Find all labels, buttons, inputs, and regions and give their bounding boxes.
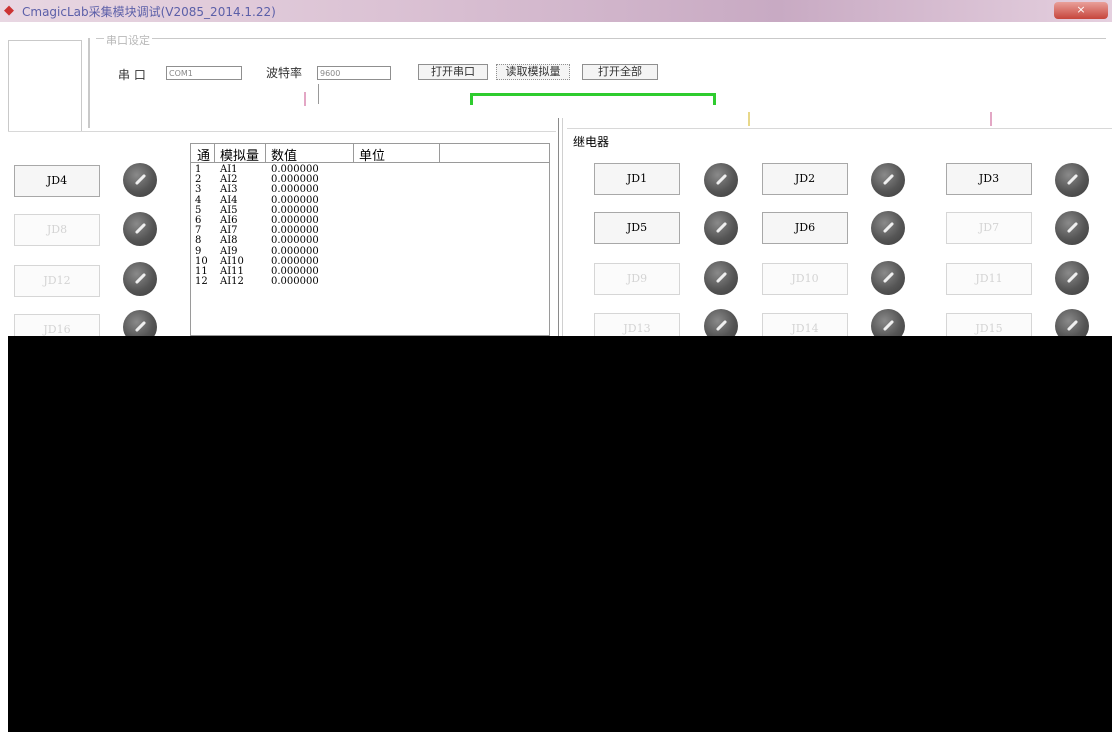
knob-icon xyxy=(704,261,738,295)
relay-button-jd9[interactable]: JD9 xyxy=(594,263,680,295)
cell-value: 0.000000 xyxy=(271,276,319,288)
yellow-marker-1 xyxy=(748,112,750,126)
knob-icon xyxy=(871,211,905,245)
cell-analog: AI12 xyxy=(220,276,244,288)
pink-marker-1 xyxy=(304,92,306,106)
table-row[interactable]: 6 AI6 0.000000 xyxy=(191,216,549,226)
table-row[interactable]: 1 AI1 0.000000 xyxy=(191,165,549,175)
col-header-analog[interactable]: 模拟量 xyxy=(220,145,259,164)
port-select-value: COM1 xyxy=(169,69,193,78)
knob-icon xyxy=(1055,211,1089,245)
app-icon: ◆ xyxy=(4,3,14,18)
open-port-button[interactable]: 打开串口 xyxy=(418,64,488,80)
knob-icon xyxy=(123,163,157,197)
black-region xyxy=(8,336,1112,732)
relay-button-jd2[interactable]: JD2 xyxy=(762,163,848,195)
table-row[interactable]: 4 AI4 0.000000 xyxy=(191,195,549,206)
relay-button-jd8[interactable]: JD8 xyxy=(14,214,100,246)
knob-icon xyxy=(871,163,905,197)
baud-label: 波特率 xyxy=(266,66,303,80)
knob-icon xyxy=(871,261,905,295)
table-row[interactable]: 12 AI12 0.000000 xyxy=(191,276,549,288)
col-separator xyxy=(353,144,354,162)
relay-button-jd1[interactable]: JD1 xyxy=(594,163,680,195)
table-row[interactable]: 3 AI3 0.000000 xyxy=(191,184,549,196)
table-row[interactable]: 9 AI9 0.000000 xyxy=(191,246,549,257)
divider-right xyxy=(567,128,1112,129)
table-row[interactable]: 10 AI10 0.000000 xyxy=(191,256,549,267)
table-row[interactable]: 11 AI11 0.000000 xyxy=(191,267,549,277)
table-row[interactable]: 2 AI2 0.000000 xyxy=(191,175,549,185)
relay-button-jd7[interactable]: JD7 xyxy=(946,212,1032,244)
group-border-left xyxy=(88,38,91,128)
knob-icon xyxy=(123,212,157,246)
col-separator xyxy=(439,144,440,162)
table-row[interactable]: 5 AI5 0.000000 xyxy=(191,205,549,216)
cell-analog: AI8 xyxy=(220,235,238,247)
relay-button-jd3[interactable]: JD3 xyxy=(946,163,1032,195)
open-all-button[interactable]: 打开全部 xyxy=(582,64,658,80)
relay-button-jd10[interactable]: JD10 xyxy=(762,263,848,295)
divider-left xyxy=(8,131,556,132)
col-header-channel[interactable]: 通 xyxy=(197,145,210,164)
close-icon[interactable]: × xyxy=(1076,3,1085,16)
relay-button-jd6[interactable]: JD6 xyxy=(762,212,848,244)
col-header-unit[interactable]: 单位 xyxy=(359,145,385,164)
cursor-marker xyxy=(318,84,319,104)
relay-section-label: 继电器 xyxy=(573,135,610,149)
cell-channel: 12 xyxy=(195,276,208,288)
window-title: CmagicLab采集模块调试(V2085_2014.1.22) xyxy=(22,5,276,19)
cell-value: 0.000000 xyxy=(271,184,319,196)
knob-icon xyxy=(704,163,738,197)
knob-icon xyxy=(123,262,157,296)
knob-icon xyxy=(1055,163,1089,197)
table-row[interactable]: 8 AI8 0.000000 xyxy=(191,235,549,247)
knob-icon xyxy=(1055,261,1089,295)
col-separator xyxy=(265,144,266,162)
port-label: 串 口 xyxy=(118,68,146,82)
knob-icon xyxy=(704,211,738,245)
cell-channel: 8 xyxy=(195,235,202,247)
table-header: 通 模拟量 数值 单位 xyxy=(191,144,549,164)
close-button[interactable]: × xyxy=(1054,2,1108,19)
title-bar: ◆ CmagicLab采集模块调试(V2085_2014.1.22) × xyxy=(0,0,1112,22)
relay-button-jd4[interactable]: JD4 xyxy=(14,165,100,197)
relay-button-jd5[interactable]: JD5 xyxy=(594,212,680,244)
col-header-value[interactable]: 数值 xyxy=(271,145,297,164)
analog-table[interactable]: 通 模拟量 数值 单位 1 AI1 0.000000 2 AI2 0.000000 3 AI3… xyxy=(190,143,550,336)
cell-value: 0.000000 xyxy=(271,235,319,247)
baud-select[interactable]: 9600 xyxy=(317,66,391,80)
relay-button-jd11[interactable]: JD11 xyxy=(946,263,1032,295)
read-analog-button[interactable]: 读取模拟量 xyxy=(496,64,570,80)
relay-button-jd12[interactable]: JD12 xyxy=(14,265,100,297)
table-row[interactable]: 7 AI7 0.000000 xyxy=(191,226,549,236)
pink-marker-2 xyxy=(990,112,992,126)
col-separator xyxy=(214,144,215,162)
port-select[interactable]: COM1 xyxy=(166,66,242,80)
splitter-line[interactable] xyxy=(558,118,559,336)
splitter-shadow xyxy=(562,118,563,336)
baud-select-value: 9600 xyxy=(320,69,341,78)
cell-analog: AI3 xyxy=(220,184,238,196)
serial-group-title: 串口设定 xyxy=(104,32,152,48)
cell-channel: 3 xyxy=(195,184,202,196)
group-border-top xyxy=(96,38,1106,40)
progress-indicator xyxy=(470,93,716,105)
left-frame xyxy=(8,40,82,131)
